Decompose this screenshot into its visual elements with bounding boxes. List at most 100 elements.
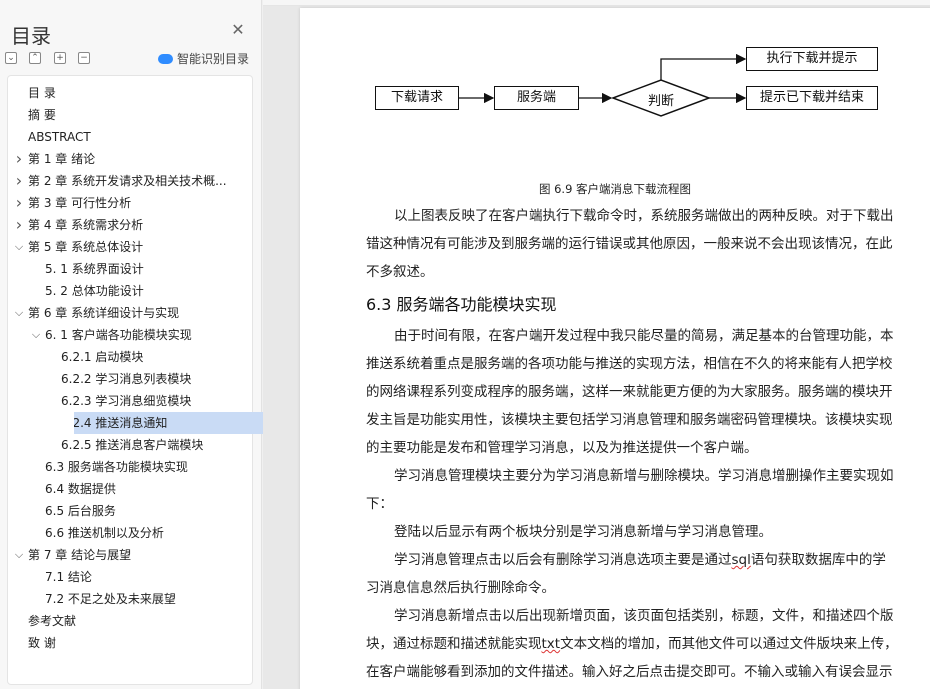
toc-item[interactable]: 6.5 后台服务 <box>8 500 252 522</box>
toc-item[interactable]: 7.1 结论 <box>8 566 252 588</box>
toc-item-label: 5. 1 系统界面设计 <box>45 262 144 276</box>
toc-item[interactable]: › 第 2 章 系统开发请求及相关技术概... <box>8 170 252 192</box>
collapse-all-icon[interactable]: ⌄ <box>5 52 17 64</box>
toc-item[interactable]: › 第 1 章 绪论 <box>8 148 252 170</box>
chevron-down-icon[interactable]: ⌵ <box>13 544 25 566</box>
toc-item-label: 6.2.1 启动模块 <box>61 350 144 364</box>
toc-item-label: 第 2 章 系统开发请求及相关技术概... <box>28 174 227 188</box>
toc-item-label: 6.5 后台服务 <box>45 504 116 518</box>
para6-line: 块，通过标题和描述就能实现txt文本文档的增加，而其他文件可以通过文件版块来上传… <box>366 630 928 658</box>
toc-item[interactable]: 6.4 数据提供 <box>8 478 252 500</box>
expand-level-icon[interactable]: ⌃ <box>29 52 41 64</box>
ai-toc-button[interactable]: 智能识别目录 <box>158 50 249 67</box>
flow-execute-download: 执行下载并提示 <box>746 47 878 71</box>
toc-item-label: 6.2.2 学习消息列表模块 <box>61 372 192 386</box>
toc-item[interactable]: 6.2.4 推送消息通知 <box>74 412 279 434</box>
toc-item-label: 5. 2 总体功能设计 <box>45 284 144 298</box>
add-icon[interactable]: + <box>54 52 66 64</box>
para2-line: 的网络课程系列变成程序的服务端，这样一来就能更方便的为大家服务。服务端的模块开 <box>366 384 893 400</box>
chevron-right-icon[interactable]: › <box>13 214 25 236</box>
para4-line: 登陆以后显示有两个板块分别是学习消息新增与学习消息管理。 <box>394 524 772 540</box>
toc-item-label: 第 5 章 系统总体设计 <box>28 240 144 254</box>
toc-item-label: 第 3 章 可行性分析 <box>28 196 132 210</box>
flow-decision-label: 判断 <box>647 94 674 109</box>
paragraph-1: 以上图表反映了在客户端执行下载命令时，系统服务端做出的两种反映。对于下载出 错这… <box>366 202 928 286</box>
para6-line: 学习消息新增点击以后出现新增页面，该页面包括类别，标题，文件，和描述四个版 <box>394 608 894 624</box>
toc-item-label: 目 录 <box>28 86 56 100</box>
ai-toc-label: 智能识别目录 <box>177 52 250 66</box>
toc-item[interactable]: 6.3 服务端各功能模块实现 <box>8 456 252 478</box>
toc-item[interactable]: 致 谢 <box>8 632 252 654</box>
para2-line: 的主要功能是发布和管理学习消息，以及为推送提供一个客户端。 <box>366 440 758 456</box>
para2-line: 发主旨是功能实用性，该模块主要包括学习消息管理和服务端密码管理模块。该模块实现 <box>366 412 893 428</box>
toc-item-label: 6.2.3 学习消息细览模块 <box>61 394 192 408</box>
toc-item-label: 7.2 不足之处及未来展望 <box>45 592 176 606</box>
toc-item[interactable]: 摘 要 <box>8 104 252 126</box>
toc-item[interactable]: 6.2.3 学习消息细览模块 <box>8 390 252 412</box>
chevron-right-icon[interactable]: › <box>13 148 25 170</box>
figure-caption: 图 6.9 客户端消息下载流程图 <box>538 182 692 196</box>
flow-already-downloaded: 提示已下载并结束 <box>746 86 878 110</box>
close-icon[interactable]: ✕ <box>230 22 246 38</box>
chevron-down-icon[interactable]: ⌵ <box>13 302 25 324</box>
flowchart: 下载请求 服务端 判断 执行下载并提示 提示已下载并结束 <box>363 46 923 136</box>
remove-icon[interactable]: − <box>78 52 90 64</box>
chevron-right-icon[interactable]: › <box>13 170 25 192</box>
toc-item[interactable]: ⌵ 第 5 章 系统总体设计 <box>8 236 252 258</box>
toc-item-label: 摘 要 <box>28 108 56 122</box>
paragraph-6: 学习消息新增点击以后出现新增页面，该页面包括类别，标题，文件，和描述四个版 块，… <box>366 602 928 686</box>
chevron-right-icon[interactable]: › <box>13 192 25 214</box>
toc-item[interactable]: 参考文献 <box>8 610 252 632</box>
toc-item[interactable]: 5. 2 总体功能设计 <box>8 280 252 302</box>
flow-server: 服务端 <box>494 86 579 110</box>
cloud-icon <box>158 53 173 64</box>
chevron-down-icon[interactable]: ⌵ <box>30 324 42 346</box>
toc-item-label: 6.4 数据提供 <box>45 482 116 496</box>
toc-item[interactable]: 5. 1 系统界面设计 <box>8 258 252 280</box>
toc-item-label: 致 谢 <box>28 636 56 650</box>
toc-item-label: 6.2.4 推送消息通知 <box>74 416 168 430</box>
toc-item-label: 6.6 推送机制以及分析 <box>45 526 164 540</box>
paragraph-4: 登陆以后显示有两个板块分别是学习消息新增与学习消息管理。 <box>366 518 928 546</box>
para3-line: 下： <box>366 496 393 512</box>
para5-line: 习消息信息然后执行删除命令。 <box>366 580 555 596</box>
sidebar-title: 目录 <box>11 24 51 48</box>
document-area: 下载请求 服务端 判断 执行下载并提示 提示已下载并结束 图 6.9 客户端消息… <box>263 0 930 689</box>
toc-item-label: 第 6 章 系统详细设计与实现 <box>28 306 180 320</box>
spellcheck-word: txt <box>541 636 561 652</box>
toc-item[interactable]: 6.6 推送机制以及分析 <box>8 522 252 544</box>
toc-item[interactable]: 7.2 不足之处及未来展望 <box>8 588 252 610</box>
toc-item-label: 6.3 服务端各功能模块实现 <box>45 460 188 474</box>
toc-item-label: 第 1 章 绪论 <box>28 152 96 166</box>
flow-download-request: 下载请求 <box>375 86 459 110</box>
toc-item[interactable]: › 第 4 章 系统需求分析 <box>8 214 252 236</box>
toc-item-label: 参考文献 <box>28 614 77 628</box>
paragraph-3: 学习消息管理模块主要分为学习消息新增与删除模块。学习消息增删操作主要实现如 下： <box>366 462 928 518</box>
toc-item[interactable]: 目 录 <box>8 82 252 104</box>
para5-line: 学习消息管理点击以后会有删除学习消息选项主要是通过sql语句获取数据库中的学 <box>366 546 928 574</box>
toc-item[interactable]: ABSTRACT <box>8 126 252 148</box>
toc-item[interactable]: 6.2.5 推送消息客户端模块 <box>8 434 252 456</box>
toc-item[interactable]: › 第 3 章 可行性分析 <box>8 192 252 214</box>
toc-item[interactable]: ⌵ 6. 1 客户端各功能模块实现 <box>8 324 252 346</box>
toc-item-label: 6.2.5 推送消息客户端模块 <box>61 438 204 452</box>
toc-item-label: 第 7 章 结论与展望 <box>28 548 132 562</box>
para1-line: 错这种情况有可能涉及到服务端的运行错误或其他原因，一般来说不会出现该情况，在此 <box>366 236 893 252</box>
toc-item[interactable]: ⌵ 第 7 章 结论与展望 <box>8 544 252 566</box>
para1-line: 以上图表反映了在客户端执行下载命令时，系统服务端做出的两种反映。对于下载出 <box>394 208 894 224</box>
toc-item[interactable]: ⌵ 第 6 章 系统详细设计与实现 <box>8 302 252 324</box>
spellcheck-word: sql <box>731 552 751 568</box>
toc-item-label: 6. 1 客户端各功能模块实现 <box>45 328 192 342</box>
toc-panel: 目 录摘 要 ABSTRACT › 第 1 章 绪论 › 第 2 章 系统开发请求及相关技… <box>7 75 279 685</box>
toc-item-label: 第 4 章 系统需求分析 <box>28 218 144 232</box>
chevron-down-icon[interactable]: ⌵ <box>13 236 25 258</box>
para2-line: 由于时间有限，在客户端开发过程中我只能尽量的简易，满足基本的台管理功能，本 <box>394 328 894 344</box>
toc-item[interactable]: 6.2.1 启动模块 <box>8 346 252 368</box>
para2-line: 推送系统着重点是服务端的各项功能与推送的实现方法，相信在不久的将来能有人把学校 <box>366 356 893 372</box>
para6-text: 文本文档的增加，而其他文件可以通过文件版块来上传， <box>560 636 898 652</box>
para5-text: 学习消息管理点击以后会有删除学习消息选项主要是通过 <box>394 552 732 568</box>
paragraph-2: 由于时间有限，在客户端开发过程中我只能尽量的简易，满足基本的台管理功能，本 推送… <box>366 322 928 462</box>
toc-item[interactable]: 6.2.2 学习消息列表模块 <box>8 368 252 390</box>
toc-item-label: 7.1 结论 <box>45 570 92 584</box>
para1-line: 不多叙述。 <box>366 264 434 280</box>
